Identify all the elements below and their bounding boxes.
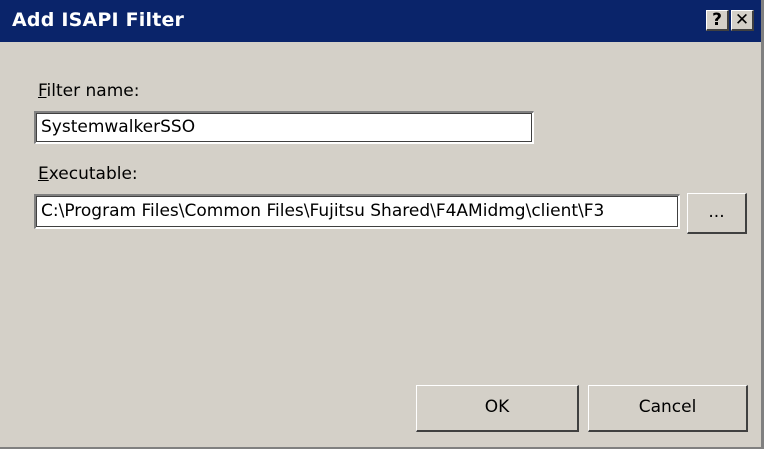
help-icon: ? bbox=[712, 10, 722, 30]
close-icon: ✕ bbox=[734, 10, 750, 30]
add-isapi-filter-dialog: Add ISAPI Filter ? ✕ Filter name: System… bbox=[0, 0, 764, 449]
filter-name-label-accelerator: F bbox=[38, 81, 47, 101]
filter-name-input[interactable]: SystemwalkerSSO bbox=[34, 111, 534, 144]
dialog-title: Add ISAPI Filter bbox=[12, 9, 185, 31]
cancel-button[interactable]: Cancel bbox=[588, 385, 748, 432]
executable-label-text: xecutable: bbox=[48, 164, 138, 184]
help-button[interactable]: ? bbox=[706, 10, 729, 31]
filter-name-label: Filter name: bbox=[38, 81, 139, 101]
browse-button[interactable]: ... bbox=[687, 193, 747, 234]
ok-button[interactable]: OK bbox=[416, 385, 579, 432]
title-bar[interactable]: Add ISAPI Filter ? ✕ bbox=[0, 0, 761, 42]
close-button[interactable]: ✕ bbox=[731, 10, 754, 31]
filter-name-label-text: ilter name: bbox=[46, 81, 140, 101]
executable-label-accelerator: E bbox=[38, 164, 49, 184]
executable-label: Executable: bbox=[38, 164, 138, 184]
executable-path-input[interactable]: C:\Program Files\Common Files\Fujitsu Sh… bbox=[34, 194, 680, 229]
